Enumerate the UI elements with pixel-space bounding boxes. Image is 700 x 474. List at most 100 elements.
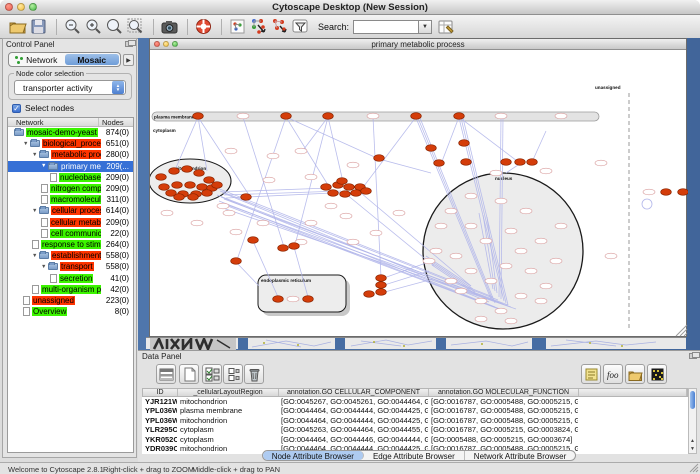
window-resize-grip[interactable] (676, 325, 687, 336)
nucleus-region[interactable] (423, 173, 583, 329)
layout-icon[interactable] (228, 17, 247, 36)
network-node[interactable] (303, 296, 314, 303)
network-node[interactable] (281, 113, 292, 120)
background-windows-strip[interactable] (146, 337, 686, 349)
hidden-window-tab[interactable] (436, 338, 446, 350)
filter-icon[interactable] (270, 17, 289, 36)
tree-row[interactable]: secretion41(0) (8, 272, 133, 283)
tree-row[interactable]: cell communicat22(0) (8, 228, 133, 239)
table-column-header[interactable]: annotation.GO CELLULAR_COMPONENT (279, 389, 429, 396)
tree-row[interactable]: ▼cellular process614(0) (8, 205, 133, 216)
table-row[interactable]: YLR295Ccytoplasm[GO:0045263, GO:0044464,… (142, 425, 688, 435)
tree-row[interactable]: Overview8(0) (8, 306, 133, 317)
hidden-window-tab[interactable] (532, 338, 546, 350)
open-session-icon[interactable] (8, 17, 27, 36)
node-color-combo[interactable]: transporter activity ▲▼ (14, 80, 126, 95)
help-icon[interactable] (194, 17, 213, 36)
select-all-attributes-icon[interactable] (202, 364, 222, 384)
select-nodes-checkbox[interactable]: ✓ (12, 104, 21, 113)
float-panel-icon[interactable] (689, 353, 697, 359)
network-canvas[interactable]: plasma membrane cytoplasm mitochondrion … (150, 50, 686, 336)
search-input[interactable] (353, 20, 419, 34)
network-node[interactable] (344, 184, 355, 191)
tree-row[interactable]: cellular metabol209(0) (8, 217, 133, 228)
network-node[interactable] (459, 140, 470, 147)
network-node[interactable] (361, 188, 372, 195)
network-node[interactable] (340, 191, 351, 198)
tab-network-attribute-browser[interactable]: Network Attribute Browser (465, 451, 575, 460)
scroll-up-icon[interactable]: ▲ (689, 438, 696, 445)
network-node[interactable] (661, 189, 672, 196)
unselect-all-attributes-icon[interactable] (223, 364, 243, 384)
attribute-table-body[interactable]: YJR121W__1mitochondrion[GO:0045267, GO:0… (142, 397, 688, 454)
tree-row[interactable]: nitrogen compo209(0) (8, 183, 133, 194)
network-node[interactable] (351, 190, 362, 197)
zoom-in-icon[interactable] (84, 17, 103, 36)
network-node[interactable] (527, 159, 538, 166)
tree-col-network[interactable]: Network (8, 118, 99, 126)
tree-row[interactable]: ▼biological_process651(0) (8, 138, 133, 149)
network-node[interactable] (212, 182, 223, 189)
network-node[interactable] (197, 184, 208, 191)
create-attribute-icon[interactable] (179, 364, 199, 384)
tab-mosaic[interactable]: Mosaic (65, 54, 120, 65)
tree-row[interactable]: unassigned223(0) (8, 295, 133, 306)
plugin-manager-icon[interactable] (291, 17, 310, 36)
attribute-table[interactable]: ID_cellularLayoutRegionannotation.GO CEL… (142, 388, 688, 454)
tree-row[interactable]: mosaic-demo-yeast874(0) (8, 127, 133, 138)
network-node[interactable] (289, 243, 300, 250)
tree-row[interactable]: ▼transport558(0) (8, 261, 133, 272)
network-node[interactable] (376, 282, 387, 289)
table-column-header[interactable] (579, 389, 687, 396)
network-node[interactable] (204, 177, 215, 184)
network-node[interactable] (323, 113, 334, 120)
tree-row[interactable]: response to stimulu264(0) (8, 239, 133, 250)
network-node[interactable] (194, 170, 205, 177)
function-builder-icon[interactable]: foo (603, 364, 623, 384)
network-node[interactable] (501, 159, 512, 166)
tab-node-attribute-browser[interactable]: Node Attribute Browser (263, 451, 364, 460)
network-node[interactable] (278, 245, 289, 252)
table-column-header[interactable]: _cellularLayoutRegion (178, 389, 279, 396)
vizmapper-icon[interactable] (249, 17, 268, 36)
tree-col-nodes[interactable]: Nodes (99, 118, 133, 126)
tree-row[interactable]: ▼establishment of lo558(0) (8, 250, 133, 261)
save-session-icon[interactable] (29, 17, 48, 36)
expander-triangle-icon[interactable]: ▼ (32, 253, 39, 259)
network-node[interactable] (678, 189, 688, 196)
network-node[interactable] (273, 296, 284, 303)
network-node[interactable] (411, 113, 422, 120)
tree-row[interactable]: ▼primary metabo209(... (8, 161, 133, 172)
network-node[interactable] (202, 190, 213, 197)
delete-attribute-icon[interactable] (244, 364, 264, 384)
attribute-table-header[interactable]: ID_cellularLayoutRegionannotation.GO CEL… (142, 388, 688, 397)
table-row[interactable]: YJR121W__1mitochondrion[GO:0045267, GO:0… (142, 397, 688, 407)
network-node[interactable] (461, 159, 472, 166)
resize-grip-icon[interactable] (689, 463, 699, 473)
import-attributes-icon[interactable] (625, 364, 645, 384)
table-row[interactable]: YPL036W__1mitochondrion[GO:0044464, GO:0… (142, 416, 688, 426)
float-panel-icon[interactable] (125, 41, 133, 47)
network-node[interactable] (454, 113, 465, 120)
expander-triangle-icon[interactable]: ▼ (41, 264, 48, 270)
network-node[interactable] (231, 258, 242, 265)
zoom-out-icon[interactable] (63, 17, 82, 36)
network-node[interactable] (182, 166, 193, 173)
expander-triangle-icon[interactable]: ▼ (41, 163, 48, 169)
select-attributes-icon[interactable] (156, 364, 176, 384)
network-node[interactable] (434, 160, 445, 167)
network-node[interactable] (159, 184, 170, 191)
snapshot-icon[interactable] (160, 17, 179, 36)
network-node[interactable] (376, 289, 387, 296)
tab-edge-attribute-browser[interactable]: Edge Attribute Browser (364, 451, 465, 460)
search-dropdown-button[interactable]: ▼ (419, 20, 432, 34)
network-node[interactable] (174, 194, 185, 201)
network-tree-header[interactable]: Network Nodes (8, 118, 133, 127)
network-node[interactable] (185, 182, 196, 189)
expander-triangle-icon[interactable]: ▼ (32, 208, 39, 214)
network-node[interactable] (172, 182, 183, 189)
network-window-titlebar[interactable]: primary metabolic process (150, 39, 686, 50)
attribute-search-config-icon[interactable] (437, 17, 456, 36)
tree-row[interactable]: multi-organism pro42(0) (8, 284, 133, 295)
network-node[interactable] (193, 113, 204, 120)
